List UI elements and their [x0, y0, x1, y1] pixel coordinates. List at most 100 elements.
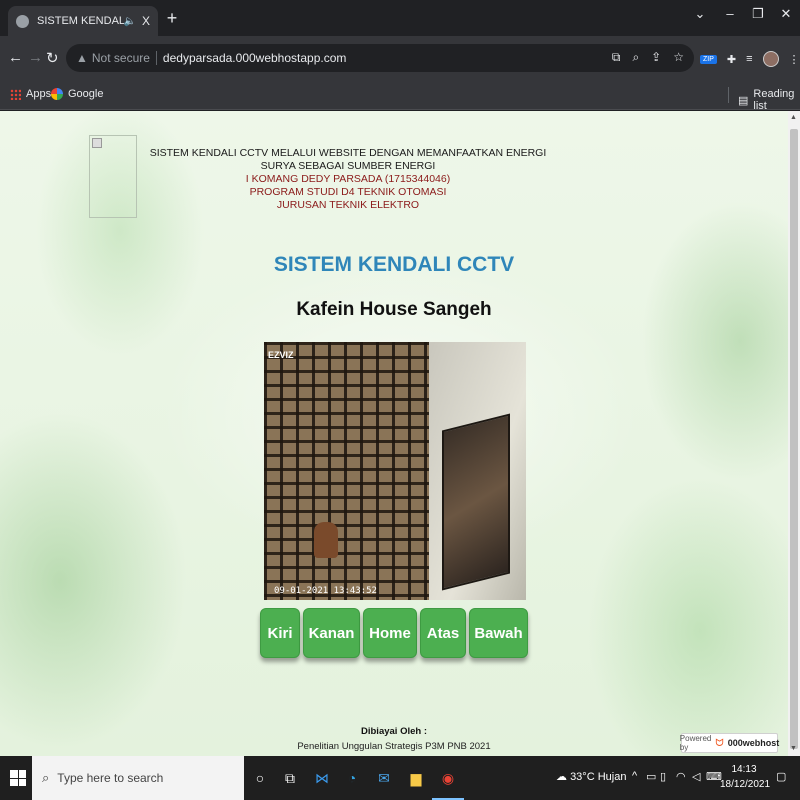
weather-icon: ☁ — [556, 771, 567, 783]
powered-by-prefix: Powered by — [679, 734, 712, 752]
browser-tab[interactable]: SISTEM KENDALI CCTV 🔈 X — [8, 6, 158, 36]
weather-widget[interactable]: ☁ 33°C Hujan — [556, 770, 626, 783]
tab-strip: SISTEM KENDALI CCTV 🔈 X + ⌄ – ❐ ✕ — [0, 0, 800, 36]
zip-extension-icon[interactable]: ZIP — [700, 54, 717, 64]
page-scrollbar[interactable]: ▲ ▼ — [788, 111, 800, 756]
kiri-button[interactable]: Kiri — [260, 608, 300, 658]
cortana-icon[interactable]: ○ — [248, 766, 272, 790]
wifi-icon[interactable]: ◠ — [676, 770, 686, 783]
security-label[interactable]: Not secure — [92, 51, 150, 65]
cctv-stream: EZVIZ 09-01-2021 13:43:52 — [264, 342, 526, 600]
globe-icon — [16, 14, 29, 28]
header-department: JURUSAN TEKNIK ELEKTRO — [276, 199, 420, 211]
minimize-button[interactable]: – — [720, 6, 740, 21]
tab-close-button[interactable]: X — [142, 14, 150, 28]
omnibox-divider — [155, 51, 157, 65]
reading-list-label: Reading list — [753, 88, 795, 112]
url-text[interactable]: dedyparsada.000webhostapp.com — [163, 51, 346, 65]
taskbar-clock[interactable]: 14:13 18/12/2021 — [720, 762, 771, 792]
stream-slats — [264, 342, 439, 600]
bookmark-label: Google — [68, 88, 104, 100]
media-icon[interactable]: ≡ — [746, 53, 752, 65]
browser-toolbar: ← → ↻ ▲ Not secure dedyparsada.000webhos… — [0, 36, 800, 80]
bookmark-apps[interactable]: Apps — [10, 88, 51, 100]
address-bar[interactable]: ▲ Not secure dedyparsada.000webhostapp.c… — [66, 44, 694, 72]
clock-date: 18/12/2021 — [720, 779, 771, 790]
apps-icon — [10, 88, 21, 100]
notifications-icon[interactable]: ▢ — [776, 770, 786, 783]
tab-title: SISTEM KENDALI CCTV — [37, 15, 124, 27]
camera-timestamp: 09-01-2021 13:43:52 — [274, 586, 377, 596]
windows-logo-pane — [18, 770, 26, 778]
home-button[interactable]: Home — [363, 608, 417, 658]
page-title: SISTEM KENDALI CCTV — [273, 253, 515, 276]
speaker-icon[interactable]: 🔈 — [124, 16, 136, 27]
windows-logo-pane — [18, 778, 26, 786]
clock-time: 14:13 — [731, 764, 757, 775]
weather-text: 33°C Hujan — [570, 771, 627, 783]
funding-label: Dibiayai Oleh : — [361, 726, 427, 737]
warning-icon[interactable]: ▲ — [76, 51, 88, 65]
tray-overflow-icon[interactable]: ^ — [632, 770, 637, 782]
scrollbar-thumb[interactable] — [790, 129, 798, 749]
mail-icon[interactable]: ✉ — [372, 766, 396, 790]
extensions-area: ZIP ✚ ≡ ⋮ — [700, 51, 800, 67]
restore-button[interactable]: ❐ — [748, 6, 768, 22]
powered-by-badge[interactable]: Powered by ᗢ 000webhost — [679, 733, 780, 753]
search-icon: ⌕ — [42, 770, 50, 785]
omnibox-actions: ⧉ ⌕ ⇪ ☆ — [612, 50, 684, 65]
back-icon[interactable]: ← — [8, 49, 23, 66]
scroll-down-icon[interactable]: ▼ — [790, 745, 797, 752]
zoom-icon[interactable]: ⌕ — [632, 50, 639, 65]
header-program: PROGRAM STUDI D4 TEKNIK OTOMASI — [249, 186, 447, 198]
profile-avatar[interactable] — [762, 51, 779, 67]
close-window-button[interactable]: ✕ — [776, 6, 796, 22]
menu-icon[interactable]: ⋮ — [789, 53, 800, 66]
bookmark-google[interactable]: Google — [51, 88, 103, 100]
edge-icon[interactable]: ◔ — [340, 766, 364, 790]
stream-bell — [314, 522, 338, 558]
page-header: SISTEM KENDALI CCTV MELALUI WEBSITE DENG… — [138, 147, 558, 212]
volume-icon[interactable]: ◁ — [692, 770, 700, 783]
bookmarks-divider — [728, 87, 729, 103]
share-icon[interactable]: ⇪ — [651, 50, 661, 65]
star-icon[interactable]: ☆ — [673, 50, 684, 65]
location-subtitle: Kafein House Sangeh — [296, 299, 492, 320]
atas-button[interactable]: Atas — [420, 608, 466, 658]
windows-logo-pane — [10, 778, 18, 786]
tab-search-icon[interactable]: ⌄ — [690, 6, 710, 22]
web-page: SISTEM KENDALI CCTV MELALUI WEBSITE DENG… — [0, 111, 788, 756]
pan-tilt-controls: Kiri Kanan Home Atas Bawah — [260, 608, 528, 658]
webhost-flame-icon: ᗢ — [715, 737, 724, 749]
bookmarks-bar: Apps Google ▤ Reading list — [0, 80, 800, 112]
scroll-up-icon[interactable]: ▲ — [790, 114, 797, 121]
taskbar-search-input[interactable]: ⌕ Type here to search — [32, 756, 244, 800]
battery-icon[interactable]: ▯ — [660, 770, 666, 783]
bookmark-label: Apps — [26, 88, 52, 100]
stream-painting — [442, 413, 510, 591]
header-title: SISTEM KENDALI CCTV MELALUI WEBSITE DENG… — [149, 147, 547, 172]
start-button[interactable] — [10, 770, 26, 786]
reading-list-button[interactable]: ▤ Reading list — [738, 88, 800, 112]
search-placeholder: Type here to search — [57, 771, 164, 785]
file-explorer-icon[interactable]: ▆ — [404, 766, 428, 790]
forward-icon[interactable]: → — [28, 49, 43, 66]
translate-icon[interactable]: ⧉ — [612, 50, 621, 65]
reload-icon[interactable]: ↻ — [46, 49, 59, 67]
powered-by-brand: 000webhost — [727, 738, 780, 748]
funding-text: Penelitian Unggulan Strategis P3M PNB 20… — [297, 741, 491, 752]
kanan-button[interactable]: Kanan — [303, 608, 360, 658]
logo-image-broken — [89, 135, 137, 218]
chrome-icon[interactable]: ◉ — [436, 766, 460, 790]
camera-brand-watermark: EZVIZ — [268, 350, 294, 360]
task-view-icon[interactable]: ⧉ — [278, 766, 302, 790]
puzzle-icon[interactable]: ✚ — [727, 53, 736, 66]
reading-list-icon: ▤ — [738, 94, 749, 107]
network-icon[interactable]: ▭ — [646, 770, 656, 783]
header-author: I KOMANG DEDY PARSADA (1715344046) — [245, 173, 451, 185]
vscode-icon[interactable]: ⋈ — [310, 766, 334, 790]
new-tab-button[interactable]: + — [162, 8, 182, 29]
bawah-button[interactable]: Bawah — [469, 608, 528, 658]
google-icon — [51, 88, 63, 100]
broken-image-icon — [92, 138, 102, 148]
